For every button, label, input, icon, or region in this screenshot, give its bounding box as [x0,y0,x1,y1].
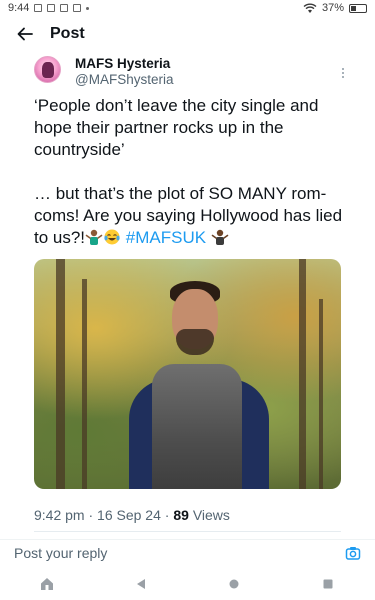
notification-icon [73,4,82,12]
avatar[interactable] [34,56,61,83]
post-text: ‘People don’t leave the city single and … [34,95,344,249]
reply-input[interactable]: Post your reply [14,545,107,561]
post-meta: 9:42 pm · 16 Sep 24 · 89 Views [34,507,230,523]
reply-bar[interactable]: Post your reply [0,540,375,566]
post-date: 16 Sep 24 [97,507,161,523]
post-paragraph-2: … but that’s the plot of SO MANY rom-com… [34,183,344,249]
nav-recents-icon[interactable] [316,572,340,596]
post-image[interactable] [34,259,341,489]
man-shrugging-icon [211,229,229,245]
battery-percent: 37% [321,2,344,14]
status-time: 9:44 [8,2,30,14]
camera-icon[interactable] [345,545,361,561]
author-row: MAFS Hysteria @MAFShysteria [34,56,354,92]
nav-home-icon[interactable] [222,572,246,596]
more-options-icon[interactable] [336,66,350,80]
notification-icon [47,4,56,12]
notification-icon [34,4,43,12]
page-title: Post [50,25,85,42]
status-bar: 9:44 37% [0,0,375,16]
author-handle[interactable]: @MAFShysteria [75,72,173,88]
top-app-bar: Post [0,16,375,52]
views-count: 89 [173,507,189,523]
system-nav-bar [0,568,375,600]
hashtag-link[interactable]: #MAFSUK [126,228,206,247]
more-notifications-dot-icon [86,6,90,10]
divider [34,531,341,532]
face-with-tears-of-joy-icon [104,229,120,245]
post-paragraph-1: ‘People don’t leave the city single and … [34,96,319,159]
views-label: Views [192,507,230,523]
author-name[interactable]: MAFS Hysteria [75,56,173,72]
notification-icon [60,4,69,12]
person-shrugging-icon [85,229,103,245]
nav-back-icon[interactable] [129,572,153,596]
home-screen-icon[interactable] [35,572,59,596]
back-arrow-icon[interactable] [14,23,36,45]
post-time: 9:42 pm [34,507,85,523]
wifi-icon [303,3,317,13]
battery-icon [349,3,367,13]
